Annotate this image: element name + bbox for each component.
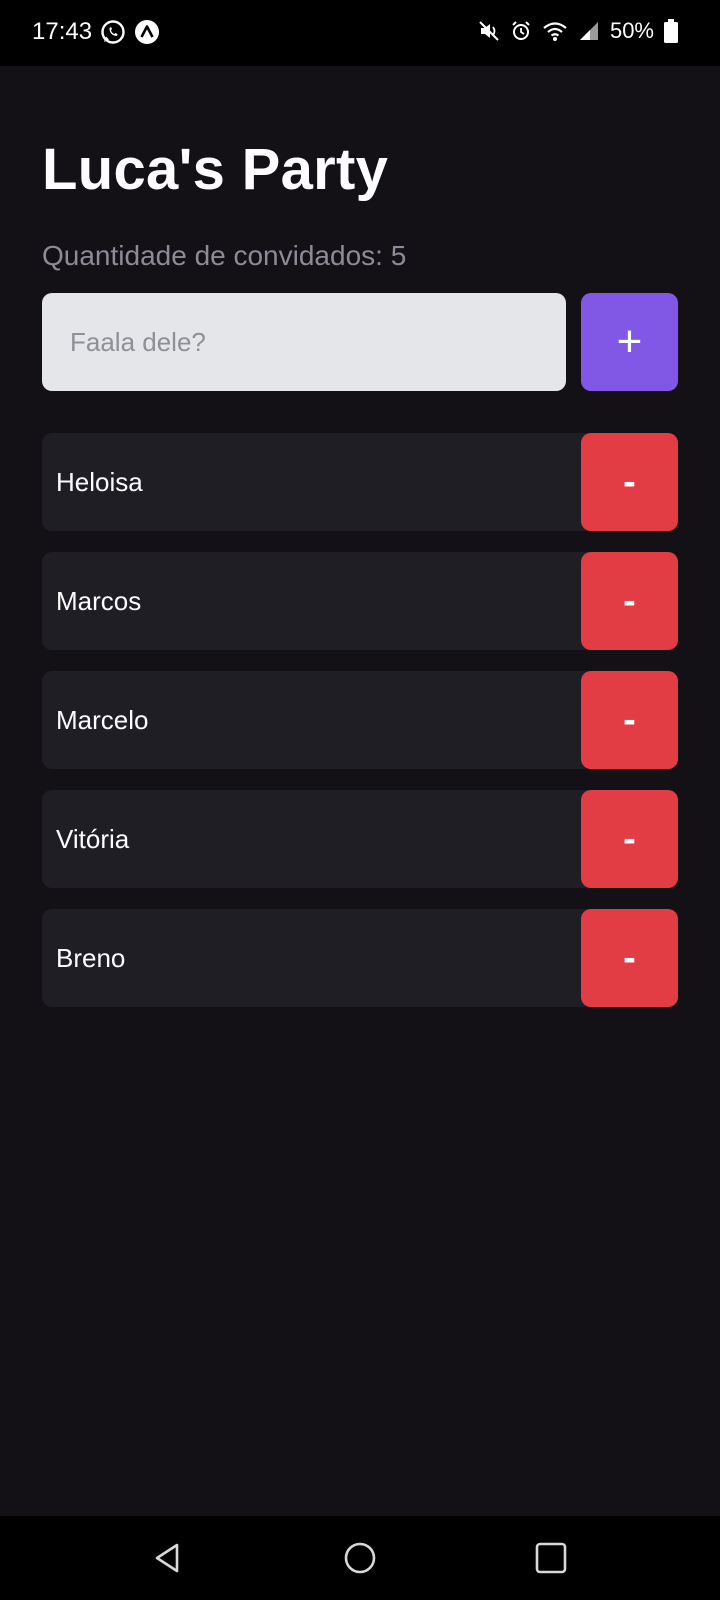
status-time: 17:43	[32, 18, 93, 45]
guest-name: Heloisa	[56, 467, 143, 497]
wifi-icon	[542, 20, 568, 42]
guest-name: Marcos	[56, 586, 142, 616]
list-item: Vitória -	[42, 790, 678, 888]
screen: 17:43 50% Luca's Party Quantidade de con…	[0, 0, 720, 1600]
back-icon[interactable]	[146, 1536, 190, 1580]
app-notification-icon	[134, 19, 160, 45]
add-guest-button[interactable]: +	[581, 293, 678, 391]
battery-percent: 50%	[609, 18, 654, 43]
status-right: 50%	[478, 18, 678, 44]
navigation-bar	[0, 1516, 720, 1600]
remove-guest-button[interactable]: -	[581, 790, 678, 888]
signal-icon	[578, 20, 600, 42]
remove-guest-button[interactable]: -	[581, 909, 678, 1007]
list-item: Heloisa -	[42, 433, 678, 531]
status-left: 17:43	[32, 18, 160, 46]
guest-list: Heloisa - Marcos - Marcelo - Vitória - B…	[42, 433, 678, 1028]
list-item: Marcos -	[42, 552, 678, 650]
list-item: Marcelo -	[42, 671, 678, 769]
home-icon[interactable]	[338, 1536, 382, 1580]
guest-name: Marcelo	[56, 705, 149, 735]
list-item: Breno -	[42, 909, 678, 1007]
recents-icon[interactable]	[529, 1536, 573, 1580]
status-bar: 17:43 50%	[0, 0, 720, 66]
guest-name: Breno	[56, 943, 126, 973]
mute-vibrate-icon	[478, 20, 500, 42]
remove-guest-button[interactable]: -	[581, 433, 678, 531]
battery-icon	[664, 19, 678, 43]
add-guest-form: +	[42, 293, 678, 391]
whatsapp-icon	[100, 19, 126, 45]
guest-count: Quantidade de convidados: 5	[42, 240, 407, 271]
remove-guest-button[interactable]: -	[581, 552, 678, 650]
guest-name-input[interactable]	[42, 293, 566, 391]
alarm-icon	[510, 20, 532, 42]
guest-name: Vitória	[56, 824, 130, 854]
page-title: Luca's Party	[42, 137, 389, 202]
remove-guest-button[interactable]: -	[581, 671, 678, 769]
